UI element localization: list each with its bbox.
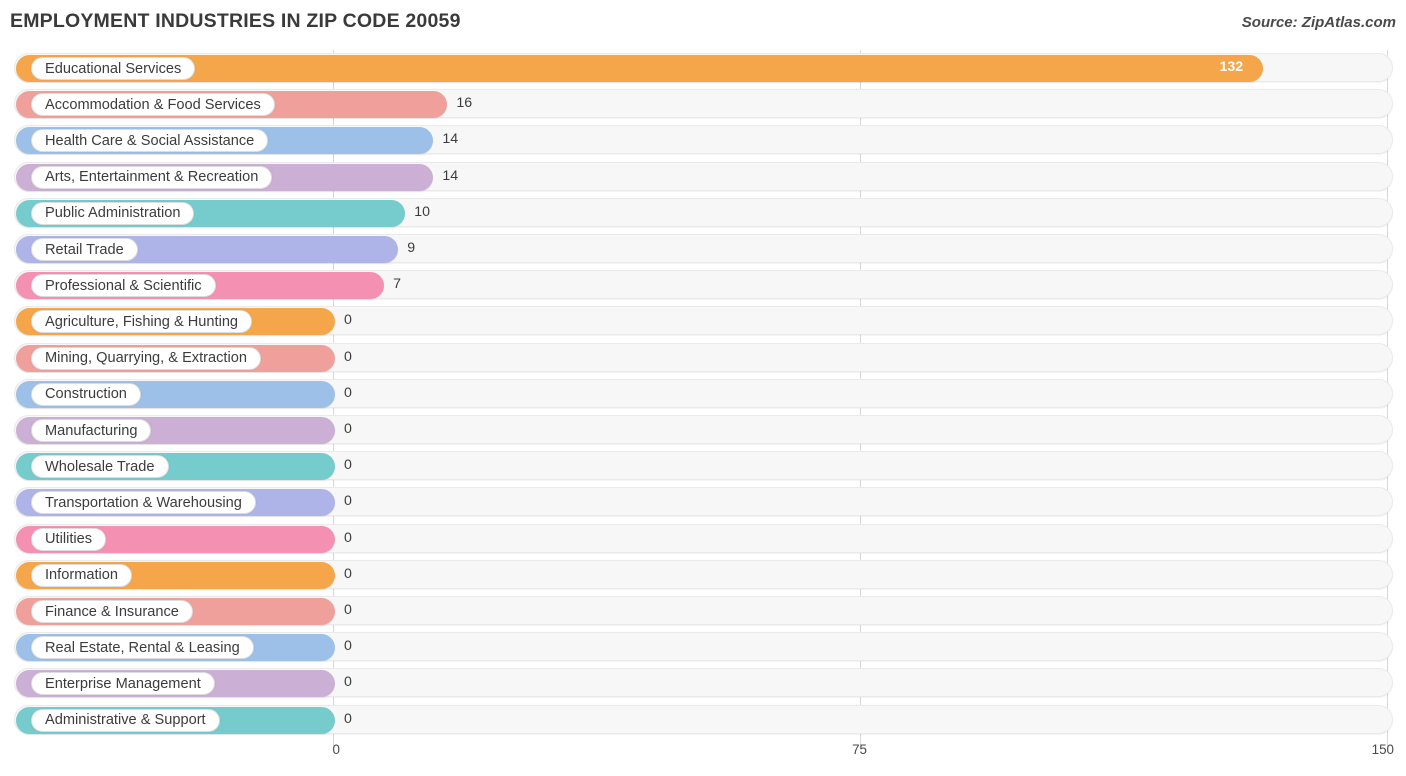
- bar-value-label: 14: [442, 167, 459, 184]
- bar-row[interactable]: Mining, Quarrying, & Extraction 0: [14, 342, 1393, 372]
- bar-row[interactable]: Public Administration 10: [14, 197, 1393, 227]
- bar-category-label: Public Administration: [31, 201, 194, 225]
- bar[interactable]: [16, 55, 1263, 82]
- bar-category-label: Administrative & Support: [31, 708, 220, 732]
- bar-category-label: Construction: [31, 382, 141, 406]
- bar-value-label: 0: [344, 638, 352, 655]
- bar-category-label: Mining, Quarrying, & Extraction: [31, 346, 261, 370]
- bar-row[interactable]: Finance & Insurance 0: [14, 596, 1393, 625]
- bar-category-label: Wholesale Trade: [31, 455, 169, 479]
- bar-value-label: 7: [393, 276, 402, 293]
- bar-value-label: 0: [344, 674, 352, 691]
- bar-category-label: Educational Services: [31, 57, 195, 80]
- bar-value-label: 10: [414, 203, 431, 220]
- bar-category-label: Accommodation & Food Services: [31, 93, 275, 117]
- bar-category-label: Information: [31, 563, 132, 587]
- bar-row[interactable]: Retail Trade 9: [14, 234, 1393, 263]
- bar-row[interactable]: Manufacturing 0: [14, 415, 1393, 444]
- bar-value-label: 0: [344, 457, 352, 474]
- bar-category-label: Professional & Scientific: [31, 274, 216, 298]
- bar-row[interactable]: Accommodation & Food Services 16: [14, 89, 1393, 119]
- bar-value-label: 0: [344, 602, 352, 618]
- bar-category-label: Enterprise Management: [31, 672, 215, 696]
- source-attribution: Source: ZipAtlas.com: [1241, 14, 1396, 31]
- bar-row[interactable]: Administrative & Support 0: [14, 704, 1393, 734]
- bar-row[interactable]: Health Care & Social Assistance 14: [14, 125, 1393, 155]
- bar-row[interactable]: Construction 0: [14, 378, 1393, 408]
- bar-row[interactable]: Educational Services 132: [14, 53, 1393, 82]
- bar-row[interactable]: Information 0: [14, 559, 1393, 589]
- bar-category-label: Real Estate, Rental & Leasing: [31, 636, 254, 660]
- bar-row[interactable]: Agriculture, Fishing & Hunting 0: [14, 306, 1393, 336]
- bar-category-label: Utilities: [31, 527, 106, 551]
- plot-area: Educational Services 132 Accommodation & F…: [14, 50, 1393, 748]
- bar-row[interactable]: Utilities 0: [14, 523, 1393, 553]
- bar-row[interactable]: Enterprise Management 0: [14, 668, 1393, 698]
- x-tick-label: 0: [332, 742, 340, 757]
- bar-row[interactable]: Professional & Scientific 7: [14, 270, 1393, 300]
- bar-value-label: 0: [344, 565, 352, 582]
- bar-value-label: 0: [344, 493, 352, 510]
- bar-value-label: 0: [344, 529, 352, 546]
- bar-value-label: 132: [1219, 59, 1244, 75]
- bar-value-label: 14: [442, 131, 459, 148]
- bar-value-label: 0: [344, 384, 352, 401]
- chart-page: EMPLOYMENT INDUSTRIES IN ZIP CODE 20059 …: [0, 0, 1406, 776]
- bar-category-label: Arts, Entertainment & Recreation: [31, 165, 272, 189]
- bar-category-label: Health Care & Social Assistance: [31, 129, 268, 153]
- bar-category-label: Retail Trade: [31, 238, 138, 261]
- bar-category-label: Agriculture, Fishing & Hunting: [31, 310, 252, 334]
- bar-rows: Educational Services 132 Accommodation & F…: [14, 50, 1393, 740]
- x-tick-label: 150: [1371, 742, 1394, 757]
- bar-row[interactable]: Transportation & Warehousing 0: [14, 487, 1393, 517]
- bar-value-label: 0: [344, 710, 352, 727]
- x-axis: 0 75 150: [14, 742, 1394, 764]
- bar-row[interactable]: Wholesale Trade 0: [14, 451, 1393, 481]
- bar-row[interactable]: Arts, Entertainment & Recreation 14: [14, 161, 1393, 191]
- page-title: EMPLOYMENT INDUSTRIES IN ZIP CODE 20059: [10, 10, 461, 32]
- bar-row[interactable]: Real Estate, Rental & Leasing 0: [14, 632, 1393, 662]
- bar-category-label: Finance & Insurance: [31, 600, 193, 623]
- bar-value-label: 9: [407, 240, 416, 256]
- bar-category-label: Transportation & Warehousing: [31, 491, 256, 515]
- x-tick-label: 75: [852, 742, 867, 757]
- bar-category-label: Manufacturing: [31, 419, 151, 442]
- bar-value-label: 0: [344, 312, 352, 329]
- bar-value-label: 16: [456, 95, 473, 112]
- bar-value-label: 0: [344, 348, 352, 365]
- bar-value-label: 0: [344, 421, 352, 437]
